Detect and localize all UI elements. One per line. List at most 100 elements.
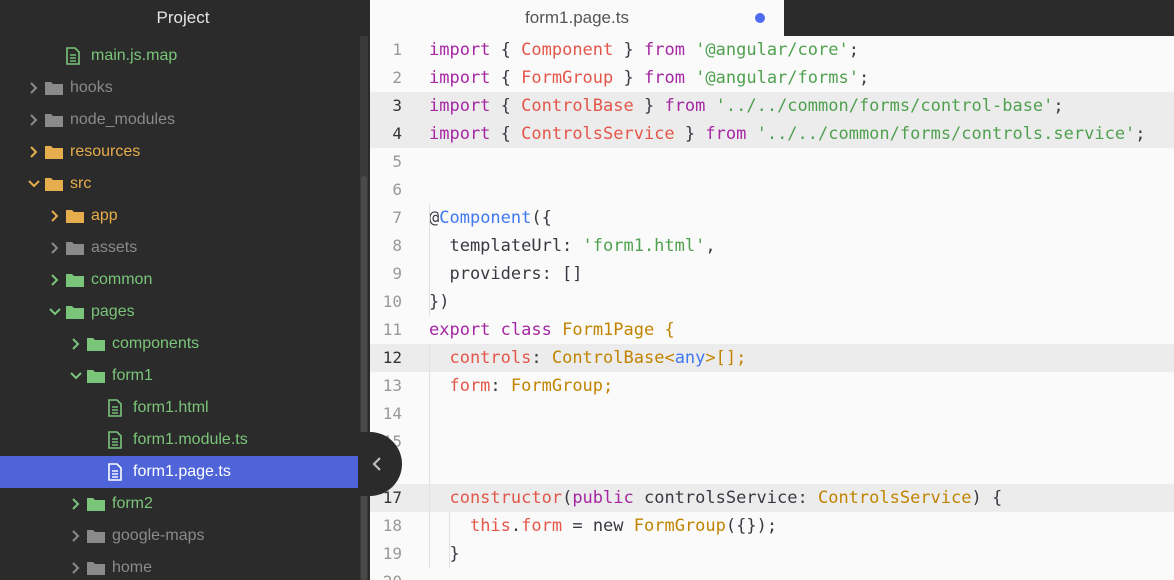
tree-folder-app[interactable]: app	[0, 200, 358, 232]
line-number: 8	[392, 236, 402, 255]
line-number: 5	[392, 152, 402, 171]
tree-folder-node-modules[interactable]: node_modules	[0, 104, 358, 136]
tree-folder-google-maps[interactable]: google-maps	[0, 520, 358, 552]
tree-file-main-js-map[interactable]: main.js.map	[0, 40, 358, 72]
code-line[interactable]: controls: ControlBase<any>[];	[429, 344, 746, 372]
indent-guide	[449, 512, 450, 568]
tree-folder-resources[interactable]: resources	[0, 136, 358, 168]
line-number: 18	[382, 516, 402, 535]
tree-folder-pages[interactable]: pages	[0, 296, 358, 328]
code-token: ControlBase	[551, 348, 665, 368]
code-line[interactable]: @Component({	[429, 204, 552, 232]
code-token: constructor	[429, 488, 563, 508]
chevron-right-icon[interactable]	[27, 112, 41, 128]
code-token: Component	[439, 208, 532, 228]
tree-item-label: app	[91, 207, 118, 224]
tree-folder-components[interactable]: components	[0, 328, 358, 360]
code-line[interactable]: form: FormGroup;	[429, 372, 613, 400]
code-token: class	[500, 320, 552, 340]
chevron-right-icon[interactable]	[69, 336, 83, 352]
tree-item-label: assets	[91, 239, 138, 256]
code-token: controlsService:	[633, 488, 818, 508]
chevron-right-icon[interactable]	[48, 208, 62, 224]
folder-icon	[65, 303, 85, 321]
code-token: @	[429, 208, 440, 228]
tree-folder-assets[interactable]: assets	[0, 232, 358, 264]
tree-file-form1-html[interactable]: form1.html	[0, 392, 358, 424]
code-token: (	[562, 488, 573, 508]
code-token: from	[643, 40, 685, 60]
code-line[interactable]: import { FormGroup } from '@angular/form…	[429, 64, 869, 92]
code-token: '../../common/forms/controls.service'	[756, 124, 1136, 144]
file-icon	[105, 431, 125, 449]
tree-item-label: resources	[70, 143, 141, 160]
chevron-down-icon[interactable]	[48, 304, 62, 320]
chevron-right-icon[interactable]	[27, 144, 41, 160]
code-token: form	[521, 516, 563, 536]
chevron-down-icon[interactable]	[69, 368, 83, 384]
chevron-right-icon[interactable]	[48, 240, 62, 256]
folder-icon	[86, 559, 106, 577]
tree-folder-form2[interactable]: form2	[0, 488, 358, 520]
code-token: ControlBase	[521, 96, 634, 116]
code-token: ) {	[971, 488, 1003, 508]
line-number: 19	[382, 544, 402, 563]
chevron-right-icon[interactable]	[69, 496, 83, 512]
code-token: ;	[603, 376, 614, 396]
tree-folder-form1[interactable]: form1	[0, 360, 358, 392]
chevron-right-icon[interactable]	[69, 528, 83, 544]
code-token: {	[490, 124, 522, 144]
tab-form1-page-ts[interactable]: form1.page.ts	[370, 0, 784, 36]
tree-item-label: pages	[91, 303, 135, 320]
chevron-right-icon[interactable]	[48, 272, 62, 288]
code-line[interactable]: import { Component } from '@angular/core…	[429, 36, 859, 64]
code-token: <	[664, 348, 675, 368]
code-token: }	[633, 96, 665, 116]
code-token: ;	[1053, 96, 1064, 116]
tree-folder-common[interactable]: common	[0, 264, 358, 296]
sidebar-title: Project	[156, 8, 210, 27]
folder-icon	[44, 111, 64, 129]
tree-item-label: form2	[112, 495, 153, 512]
code-line[interactable]: constructor(public controlsService: Cont…	[429, 484, 1002, 512]
line-number: 4	[392, 124, 402, 143]
line-number: 13	[382, 376, 402, 395]
code-token: from	[664, 96, 706, 116]
code-token: }	[429, 544, 460, 564]
tree-file-form1-page-ts[interactable]: form1.page.ts	[0, 456, 358, 488]
folder-icon	[86, 527, 106, 545]
tree-file-form1-module-ts[interactable]: form1.module.ts	[0, 424, 358, 456]
code-editor[interactable]: 1 import { Component } from '@angular/cor…	[370, 36, 1174, 580]
tree-folder-home[interactable]: home	[0, 552, 358, 580]
code-line[interactable]: import { ControlsService } from '../../c…	[429, 120, 1146, 148]
code-token: export	[429, 320, 491, 340]
sidebar-scrollbar-thumb[interactable]	[361, 176, 367, 580]
code-line[interactable]: }	[429, 540, 460, 568]
folder-icon	[86, 495, 106, 513]
code-line[interactable]: export class Form1Page {	[429, 316, 675, 344]
line-number: 10	[382, 292, 402, 311]
indent-guide	[429, 344, 430, 568]
code-token: ,	[705, 236, 716, 256]
code-line[interactable]: templateUrl: 'form1.html',	[429, 232, 716, 260]
tree-folder-hooks[interactable]: hooks	[0, 72, 358, 104]
code-line[interactable]: import { ControlBase } from '../../commo…	[429, 92, 1064, 120]
code-line[interactable]: this.form = new FormGroup({});	[429, 512, 777, 540]
code-line[interactable]: providers: []	[429, 260, 582, 288]
folder-icon	[65, 207, 85, 225]
chevron-right-icon[interactable]	[69, 560, 83, 576]
chevron-down-icon[interactable]	[27, 176, 41, 192]
chevron-right-icon[interactable]	[27, 80, 41, 96]
code-line[interactable]: })	[429, 288, 449, 316]
modified-dot-icon[interactable]	[755, 13, 765, 23]
code-token: controls	[429, 348, 532, 368]
code-token: form	[429, 376, 491, 396]
code-token: }	[674, 124, 706, 144]
tree-folder-src[interactable]: src	[0, 168, 358, 200]
